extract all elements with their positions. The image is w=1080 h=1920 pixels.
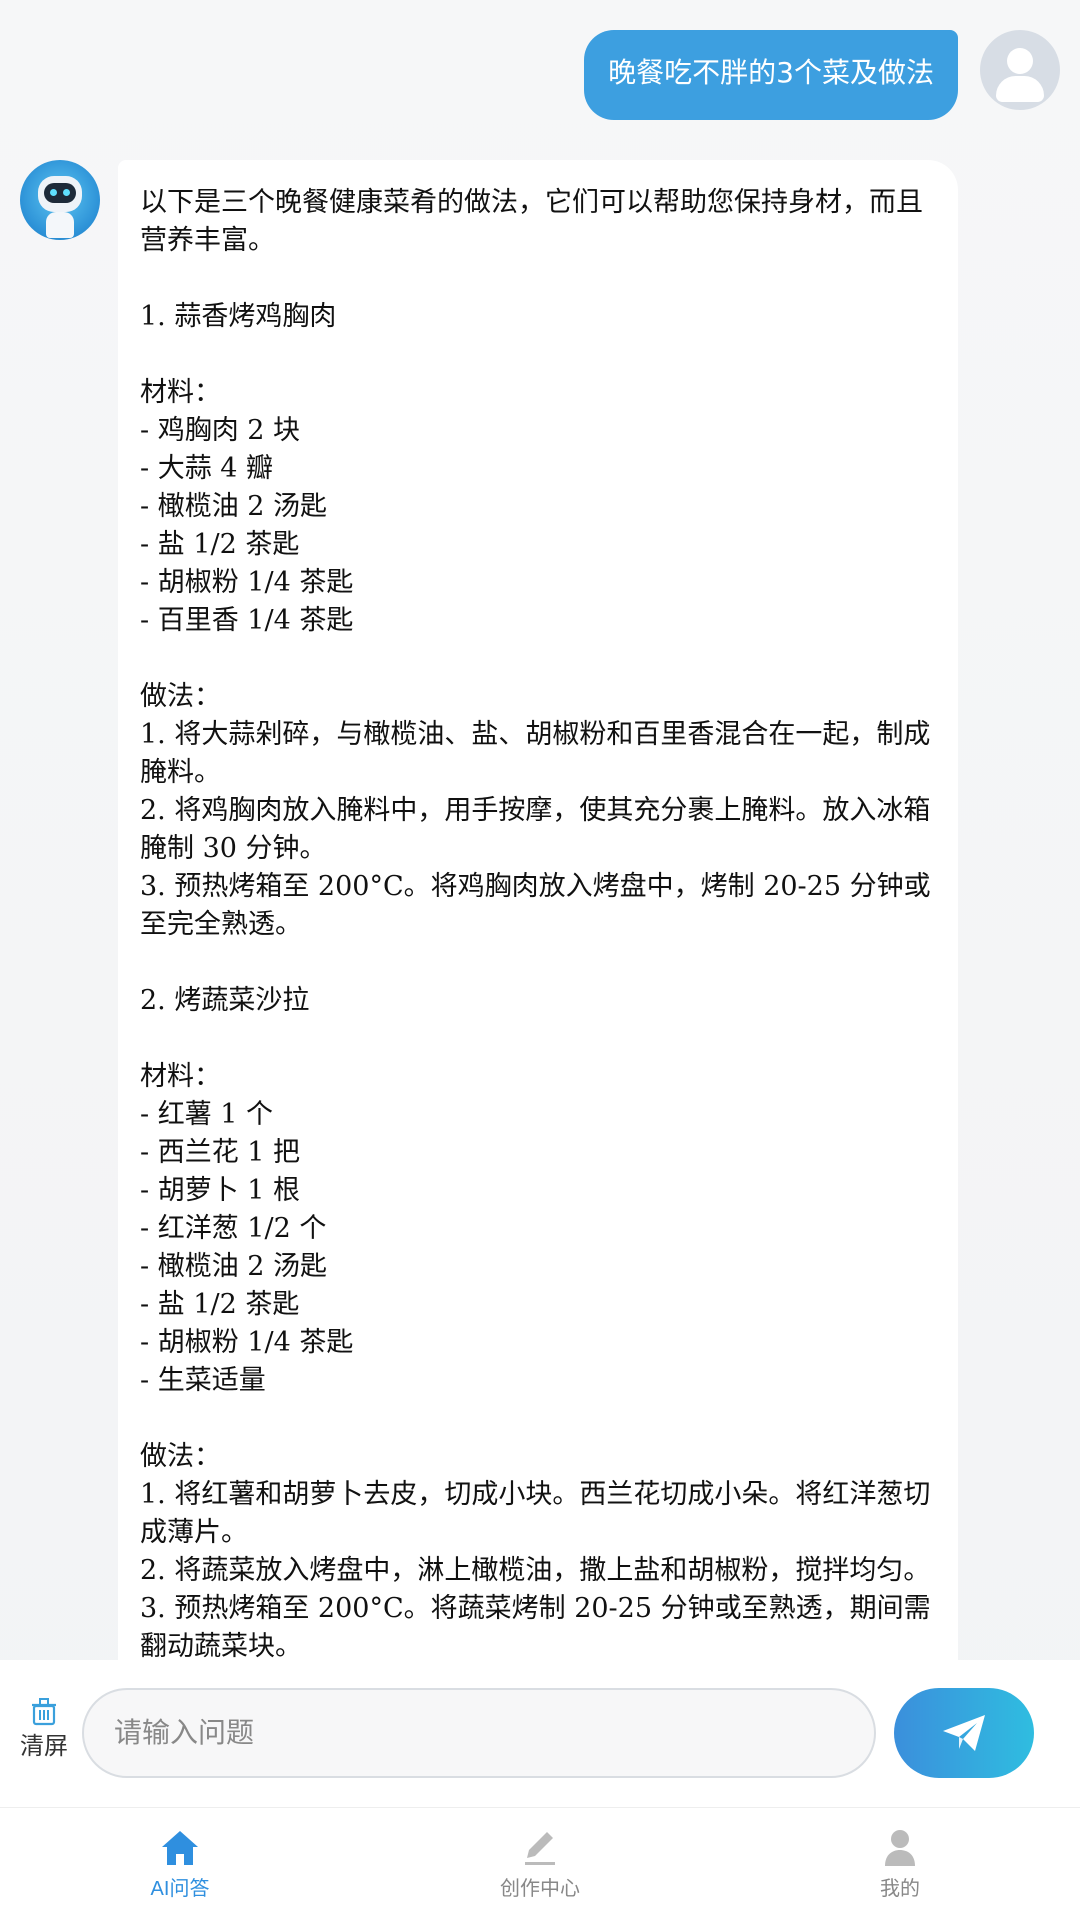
send-button[interactable] — [894, 1688, 1034, 1778]
tab-ai-qa[interactable]: AI问答 — [0, 1808, 360, 1920]
input-bar: 清屏 — [0, 1660, 1080, 1808]
user-message-row: 晚餐吃不胖的3个菜及做法 — [584, 30, 1060, 120]
person-icon — [885, 1830, 915, 1866]
chat-area[interactable]: 晚餐吃不胖的3个菜及做法 以下是三个晚餐健康菜肴的做法，它们可以帮助您保持身材，… — [0, 0, 1080, 1660]
question-input[interactable] — [82, 1688, 876, 1778]
avatar-body — [996, 76, 1044, 102]
user-avatar[interactable] — [980, 30, 1060, 110]
tab-creation-center[interactable]: 创作中心 — [360, 1808, 720, 1920]
bot-message-bubble: 以下是三个晚餐健康菜肴的做法，它们可以帮助您保持身材，而且营养丰富。 1. 蒜香… — [118, 160, 958, 1660]
bot-message-text: 以下是三个晚餐健康菜肴的做法，它们可以帮助您保持身材，而且营养丰富。 1. 蒜香… — [140, 187, 931, 1660]
tab-label: 创作中心 — [500, 1878, 580, 1900]
tab-bar: AI问答 创作中心 我的 — [0, 1808, 1080, 1920]
pencil-icon — [525, 1832, 555, 1865]
tab-label: 我的 — [880, 1878, 920, 1900]
bot-avatar — [20, 160, 100, 240]
paper-plane-icon — [943, 1715, 985, 1751]
home-icon — [162, 1831, 198, 1865]
clear-screen-label: 清屏 — [20, 1732, 68, 1760]
trash-icon — [32, 1698, 56, 1726]
user-message-bubble: 晚餐吃不胖的3个菜及做法 — [584, 30, 958, 120]
robot-body — [46, 212, 74, 238]
robot-face — [44, 183, 76, 203]
tab-mine[interactable]: 我的 — [720, 1808, 1080, 1920]
tab-label: AI问答 — [150, 1878, 210, 1900]
bot-message-row: 以下是三个晚餐健康菜肴的做法，它们可以帮助您保持身材，而且营养丰富。 1. 蒜香… — [20, 160, 958, 1660]
clear-screen-button[interactable]: 清屏 — [16, 1696, 72, 1772]
robot-eye-left — [50, 189, 57, 196]
robot-eye-right — [63, 189, 70, 196]
avatar-head — [1007, 48, 1033, 74]
